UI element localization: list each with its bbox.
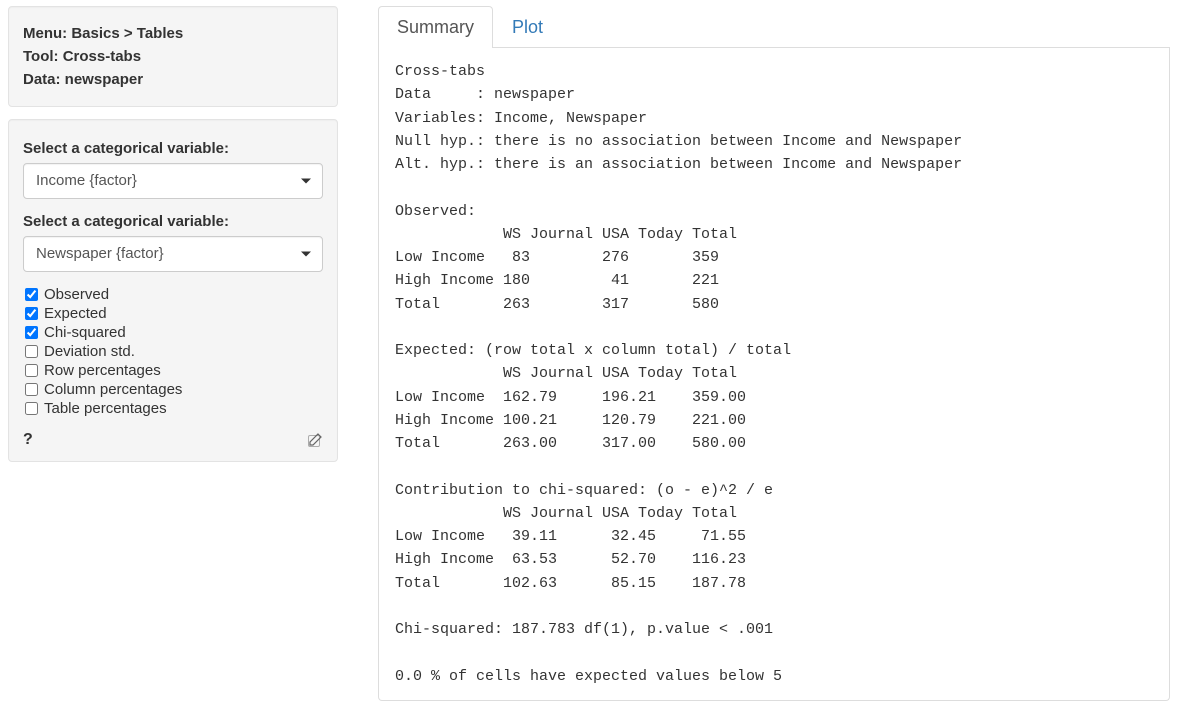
observed-label: Observed	[44, 286, 109, 303]
expected-checkbox[interactable]	[25, 307, 38, 320]
expected-label: Expected	[44, 305, 107, 322]
tabperc-checkbox[interactable]	[25, 402, 38, 415]
colperc-checkbox[interactable]	[25, 383, 38, 396]
colperc-label: Column percentages	[44, 381, 182, 398]
help-icon[interactable]: ?	[23, 431, 33, 449]
main-panel: Summary Plot Cross-tabs Data : newspaper…	[378, 6, 1170, 701]
data-line: Data: newspaper	[23, 71, 323, 88]
var2-select[interactable]: Newspaper {factor}	[23, 236, 323, 272]
var2-label: Select a categorical variable:	[23, 213, 323, 230]
sidebar: Menu: Basics > Tables Tool: Cross-tabs D…	[8, 6, 338, 701]
tab-summary[interactable]: Summary	[378, 6, 493, 48]
tool-line: Tool: Cross-tabs	[23, 48, 323, 65]
devstd-checkbox[interactable]	[25, 345, 38, 358]
controls-well: Select a categorical variable: Income {f…	[8, 119, 338, 462]
chisq-label: Chi-squared	[44, 324, 126, 341]
summary-panel: Cross-tabs Data : newspaper Variables: I…	[378, 48, 1170, 701]
var1-value: Income {factor}	[36, 172, 137, 189]
chisq-checkbox[interactable]	[25, 326, 38, 339]
edit-icon[interactable]	[307, 432, 323, 448]
caret-down-icon	[301, 252, 311, 257]
rowperc-checkbox[interactable]	[25, 364, 38, 377]
var2-value: Newspaper {factor}	[36, 245, 164, 262]
info-well: Menu: Basics > Tables Tool: Cross-tabs D…	[8, 6, 338, 107]
rowperc-label: Row percentages	[44, 362, 161, 379]
var1-label: Select a categorical variable:	[23, 140, 323, 157]
output-text: Cross-tabs Data : newspaper Variables: I…	[395, 60, 1153, 688]
tab-plot[interactable]: Plot	[493, 6, 562, 48]
caret-down-icon	[301, 179, 311, 184]
devstd-label: Deviation std.	[44, 343, 135, 360]
var1-select[interactable]: Income {factor}	[23, 163, 323, 199]
observed-checkbox[interactable]	[25, 288, 38, 301]
tabs: Summary Plot	[378, 6, 1170, 48]
tabperc-label: Table percentages	[44, 400, 167, 417]
menu-line: Menu: Basics > Tables	[23, 25, 323, 42]
